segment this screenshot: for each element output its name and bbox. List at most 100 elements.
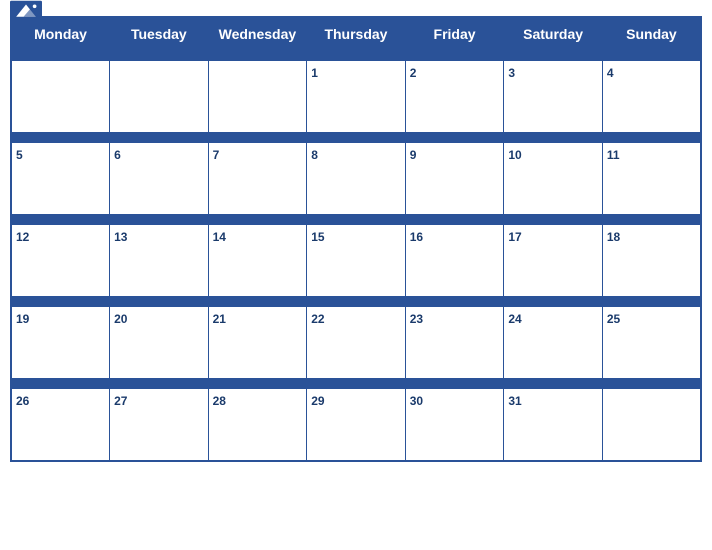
separator-cell-1-5 (504, 133, 603, 143)
day-cell-0-5: 3 (504, 61, 603, 133)
day-number-31: 31 (508, 394, 521, 408)
week-separator-2 (11, 215, 701, 225)
week-separator-4 (11, 379, 701, 389)
day-cell-2-0: 12 (11, 225, 110, 297)
day-number-25: 25 (607, 312, 620, 326)
day-cell-2-5: 17 (504, 225, 603, 297)
weekday-header-row: Monday Tuesday Wednesday Thursday Friday… (11, 17, 701, 51)
separator-cell-0-4 (405, 51, 504, 61)
week-row-3: 19 20 21 22 23 24 25 (11, 307, 701, 379)
day-cell-1-4: 9 (405, 143, 504, 215)
day-cell-1-6: 11 (602, 143, 701, 215)
day-cell-0-2 (208, 61, 307, 133)
day-number-20: 20 (114, 312, 127, 326)
separator-cell-4-0 (11, 379, 110, 389)
day-cell-1-5: 10 (504, 143, 603, 215)
header-wednesday: Wednesday (208, 17, 307, 51)
day-cell-2-2: 14 (208, 225, 307, 297)
day-cell-1-1: 6 (110, 143, 209, 215)
day-number-8: 8 (311, 148, 318, 162)
week-row-0: 1 23 4 (11, 61, 701, 133)
week-separator-0 (11, 51, 701, 61)
separator-cell-0-0 (11, 51, 110, 61)
day-cell-1-3: 8 (307, 143, 406, 215)
separator-cell-2-1 (110, 215, 209, 225)
separator-cell-2-6 (602, 215, 701, 225)
day-cell-0-1 (110, 61, 209, 133)
day-number-27: 27 (114, 394, 127, 408)
separator-cell-2-4 (405, 215, 504, 225)
header-saturday: Saturday (504, 17, 603, 51)
day-cell-4-3: 29 (307, 389, 406, 461)
day-cell-2-1: 13 (110, 225, 209, 297)
day-number-17: 17 (508, 230, 521, 244)
day-cell-3-5: 24 (504, 307, 603, 379)
separator-cell-1-6 (602, 133, 701, 143)
day-cell-4-1: 27 (110, 389, 209, 461)
day-cell-0-4: 2 (405, 61, 504, 133)
logo-area (10, 0, 42, 22)
day-cell-1-2: 7 (208, 143, 307, 215)
day-number-10: 10 (508, 148, 521, 162)
separator-cell-0-6 (602, 51, 701, 61)
day-cell-0-3: 1 (307, 61, 406, 133)
day-cell-4-5: 31 (504, 389, 603, 461)
day-number-24: 24 (508, 312, 521, 326)
header-tuesday: Tuesday (110, 17, 209, 51)
day-number-1: 1 (311, 66, 318, 80)
day-number-3: 3 (508, 66, 515, 80)
day-number-28: 28 (213, 394, 226, 408)
day-cell-3-1: 20 (110, 307, 209, 379)
day-number-5: 5 (16, 148, 23, 162)
general-blue-logo-icon (10, 0, 42, 21)
day-cell-0-0 (11, 61, 110, 133)
day-cell-2-6: 18 (602, 225, 701, 297)
separator-cell-1-1 (110, 133, 209, 143)
separator-cell-0-1 (110, 51, 209, 61)
separator-cell-0-2 (208, 51, 307, 61)
separator-cell-3-1 (110, 297, 209, 307)
separator-cell-2-5 (504, 215, 603, 225)
day-number-7: 7 (213, 148, 220, 162)
day-cell-1-0: 5 (11, 143, 110, 215)
separator-cell-2-3 (307, 215, 406, 225)
calendar-wrapper: Monday Tuesday Wednesday Thursday Friday… (0, 0, 712, 550)
day-number-22: 22 (311, 312, 324, 326)
day-number-29: 29 (311, 394, 324, 408)
day-cell-4-4: 30 (405, 389, 504, 461)
calendar-table: Monday Tuesday Wednesday Thursday Friday… (10, 16, 702, 462)
day-cell-3-0: 19 (11, 307, 110, 379)
day-cell-3-3: 22 (307, 307, 406, 379)
day-cell-4-0: 26 (11, 389, 110, 461)
calendar-body: 1234567891011121314151617181920212223242… (11, 51, 701, 461)
separator-cell-4-6 (602, 379, 701, 389)
day-number-9: 9 (410, 148, 417, 162)
day-cell-4-6 (602, 389, 701, 461)
day-number-15: 15 (311, 230, 324, 244)
separator-cell-0-3 (307, 51, 406, 61)
week-row-4: 26 27 28 29 30 31 (11, 389, 701, 461)
day-number-4: 4 (607, 66, 614, 80)
separator-cell-2-2 (208, 215, 307, 225)
separator-cell-3-4 (405, 297, 504, 307)
day-number-13: 13 (114, 230, 127, 244)
separator-cell-2-0 (11, 215, 110, 225)
separator-cell-4-1 (110, 379, 209, 389)
week-separator-3 (11, 297, 701, 307)
separator-cell-1-2 (208, 133, 307, 143)
separator-cell-3-2 (208, 297, 307, 307)
separator-cell-1-4 (405, 133, 504, 143)
header-thursday: Thursday (307, 17, 406, 51)
day-number-23: 23 (410, 312, 423, 326)
separator-cell-1-3 (307, 133, 406, 143)
separator-cell-1-0 (11, 133, 110, 143)
separator-cell-3-5 (504, 297, 603, 307)
day-cell-3-4: 23 (405, 307, 504, 379)
day-number-12: 12 (16, 230, 29, 244)
separator-cell-4-3 (307, 379, 406, 389)
separator-cell-4-5 (504, 379, 603, 389)
day-cell-3-6: 25 (602, 307, 701, 379)
day-cell-4-2: 28 (208, 389, 307, 461)
header-friday: Friday (405, 17, 504, 51)
day-number-21: 21 (213, 312, 226, 326)
